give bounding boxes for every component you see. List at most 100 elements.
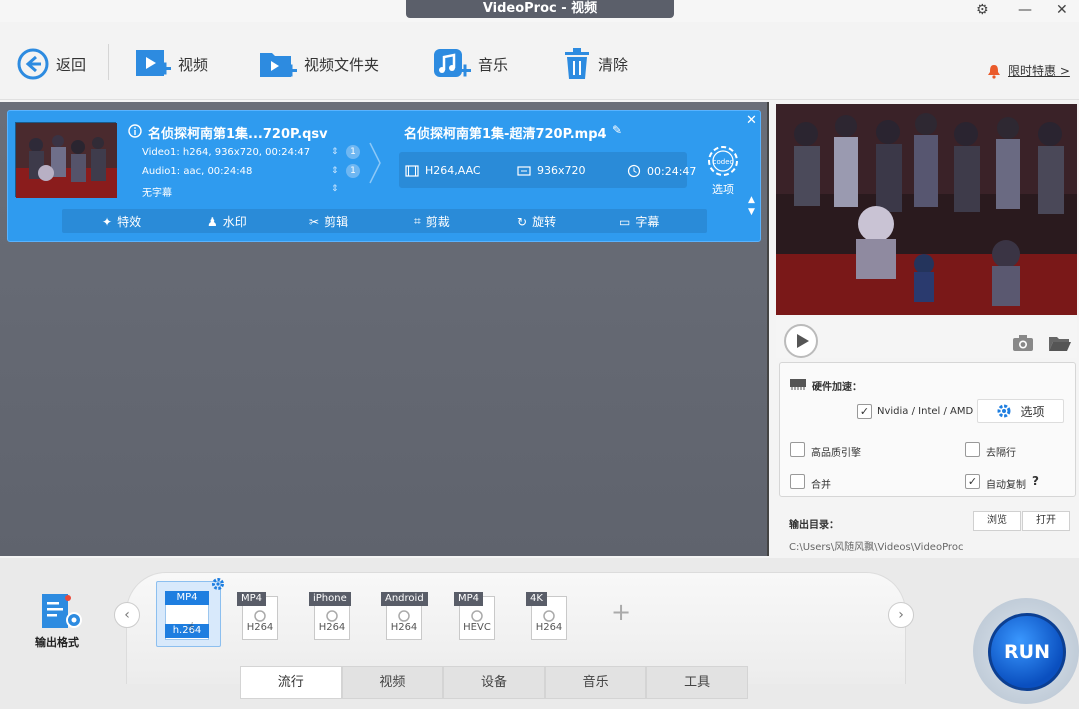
play-button[interactable] bbox=[784, 324, 818, 358]
tab-tools[interactable]: 工具 bbox=[646, 666, 748, 699]
promo-link[interactable]: 限时特惠 > bbox=[986, 62, 1070, 79]
format-item[interactable]: MP4 HEVC bbox=[454, 592, 498, 640]
format-item[interactable]: MP4 H264 bbox=[237, 592, 281, 640]
promo-label: 限时特惠 > bbox=[1008, 64, 1070, 78]
add-music-button[interactable]: 音乐 bbox=[432, 46, 508, 82]
audio-track-count: 1 bbox=[346, 164, 360, 178]
add-music-label: 音乐 bbox=[478, 55, 509, 74]
add-format-button[interactable]: + bbox=[611, 598, 631, 626]
tab-popular[interactable]: 流行 bbox=[240, 666, 342, 699]
cut-button[interactable]: ✂ 剪辑 bbox=[309, 213, 348, 230]
open-folder-icon[interactable] bbox=[1048, 334, 1072, 352]
edit-pencil-icon[interactable]: ✎ bbox=[612, 123, 622, 137]
back-label: 返回 bbox=[56, 55, 87, 74]
hq-engine-checkbox[interactable] bbox=[790, 442, 805, 457]
video-preview bbox=[776, 104, 1077, 315]
subtitle-track-selector[interactable]: ⇕ bbox=[331, 184, 339, 194]
info-icon[interactable] bbox=[128, 124, 142, 138]
audio-track-selector[interactable]: ⇕ bbox=[331, 166, 339, 176]
output-path: C:\Users\风随风飘\Videos\VideoProc bbox=[789, 542, 964, 553]
watermark-button[interactable]: ♟ 水印 bbox=[207, 213, 247, 230]
subtitle-button[interactable]: ▭ 字幕 bbox=[619, 213, 659, 230]
deinterlace-checkbox[interactable] bbox=[965, 442, 980, 457]
output-directory: 输出目录： 浏览 打开 C:\Users\风随风飘\Videos\VideoPr… bbox=[779, 506, 1076, 554]
move-down-icon[interactable]: ▼ bbox=[748, 207, 755, 217]
crop-button[interactable]: ⌗ 剪裁 bbox=[414, 213, 450, 230]
prev-format-button[interactable]: ‹ bbox=[114, 602, 140, 628]
bell-icon bbox=[988, 64, 1000, 79]
main-toolbar: 返回 视频 视频文件夹 音乐 清除 限时特惠 > bbox=[0, 22, 1079, 100]
merge-label: 合并 bbox=[811, 480, 831, 491]
effects-button[interactable]: ✦ 特效 bbox=[102, 213, 141, 230]
task-card[interactable]: 名侦探柯南第1集...720P.qsv Video1: h264, 936x72… bbox=[7, 110, 761, 242]
film-reel-icon bbox=[398, 610, 410, 622]
source-thumbnail bbox=[15, 122, 117, 198]
video-track-count: 1 bbox=[346, 145, 360, 159]
play-icon bbox=[797, 334, 809, 348]
move-up-icon[interactable]: ▲ bbox=[748, 195, 755, 205]
video-track-info: Video1: h264, 936x720, 00:24:47 bbox=[142, 147, 311, 158]
add-folder-button[interactable]: 视频文件夹 bbox=[258, 46, 379, 82]
remove-task-icon[interactable]: ✕ bbox=[746, 113, 757, 128]
format-settings-gear-icon[interactable] bbox=[211, 577, 225, 591]
add-video-button[interactable]: 视频 bbox=[134, 46, 208, 82]
back-button[interactable]: 返回 bbox=[16, 46, 86, 82]
minimize-button[interactable]: — bbox=[1018, 2, 1032, 18]
autocopy-label: 自动复制 bbox=[986, 480, 1026, 491]
film-reel-icon bbox=[326, 610, 338, 622]
rotate-button[interactable]: ↻ 旋转 bbox=[517, 213, 556, 230]
film-reel-icon bbox=[471, 610, 483, 622]
autocopy-checkbox[interactable]: ✓ bbox=[965, 474, 980, 489]
gpu-checkbox[interactable]: ✓ bbox=[857, 404, 872, 419]
codec-options-label: 选项 bbox=[712, 183, 734, 196]
format-item[interactable]: iPhone H264 bbox=[309, 592, 353, 640]
video-track-selector[interactable]: ⇕ bbox=[331, 147, 339, 157]
audio-track-info: Audio1: aac, 00:24:48 bbox=[142, 166, 253, 177]
codec-gear-icon: codec bbox=[708, 146, 738, 176]
close-window-button[interactable]: ✕ bbox=[1056, 2, 1068, 18]
clock-icon bbox=[627, 164, 641, 178]
rotate-icon: ↻ bbox=[517, 214, 528, 229]
settings-panel: 硬件加速： ✓ Nvidia / Intel / AMD 选项 高品质引擎 去隔… bbox=[779, 362, 1076, 497]
autocopy-help-icon[interactable]: ? bbox=[1032, 474, 1039, 488]
codec-options-button[interactable]: codec 选项 bbox=[705, 143, 741, 197]
tab-music[interactable]: 音乐 bbox=[544, 666, 647, 699]
output-info-row: H264,AAC 936x720 00:24:47 bbox=[399, 152, 696, 188]
merge-checkbox[interactable] bbox=[790, 474, 805, 489]
resolution-icon bbox=[517, 165, 531, 176]
tab-video[interactable]: 视频 bbox=[341, 666, 444, 699]
back-arrow-icon bbox=[17, 48, 49, 80]
format-item[interactable]: Android H264 bbox=[381, 592, 428, 640]
format-item[interactable]: 4K H264 bbox=[526, 592, 570, 640]
magic-wand-icon: ✦ bbox=[102, 214, 113, 229]
open-dir-button[interactable]: 打开 bbox=[1022, 511, 1070, 531]
format-bar: 输出格式 ‹ › MP4 h.264 ☝ MP4 H264 iPhone H26… bbox=[0, 558, 1079, 709]
preview-frame-image bbox=[776, 104, 1077, 315]
camera-snapshot-icon[interactable] bbox=[1012, 334, 1034, 352]
category-tabs: 流行 视频 设备 音乐 工具 bbox=[240, 666, 748, 699]
output-filename[interactable]: 名侦探柯南第1集-超清720P.mp4 bbox=[404, 123, 607, 142]
output-format-icon bbox=[42, 594, 82, 628]
hq-engine-label: 高品质引擎 bbox=[811, 448, 861, 459]
browse-button[interactable]: 浏览 bbox=[973, 511, 1021, 531]
svg-text:codec: codec bbox=[713, 158, 734, 166]
clear-label: 清除 bbox=[598, 55, 629, 74]
film-reel-icon bbox=[543, 610, 555, 622]
run-button[interactable]: RUN bbox=[988, 613, 1066, 691]
gpu-label: Nvidia / Intel / AMD bbox=[877, 406, 974, 417]
output-format-label: 输出格式 bbox=[35, 636, 79, 649]
stamp-icon: ♟ bbox=[207, 214, 218, 229]
output-format-button[interactable] bbox=[38, 592, 84, 636]
chip-icon bbox=[790, 379, 806, 390]
tab-device[interactable]: 设备 bbox=[443, 666, 545, 699]
next-format-button[interactable]: › bbox=[888, 602, 914, 628]
gear-icon bbox=[997, 404, 1011, 418]
format-tag: MP4 bbox=[165, 591, 209, 605]
clear-button[interactable]: 清除 bbox=[562, 46, 628, 82]
film-icon bbox=[405, 164, 419, 177]
output-dir-label: 输出目录： bbox=[789, 520, 839, 531]
format-item-selected[interactable]: MP4 h.264 ☝ bbox=[156, 578, 224, 647]
settings-gear-icon[interactable]: ⚙ bbox=[976, 2, 989, 18]
hw-options-button[interactable]: 选项 bbox=[977, 399, 1064, 423]
subtitle-track-info: 无字幕 bbox=[142, 188, 172, 199]
